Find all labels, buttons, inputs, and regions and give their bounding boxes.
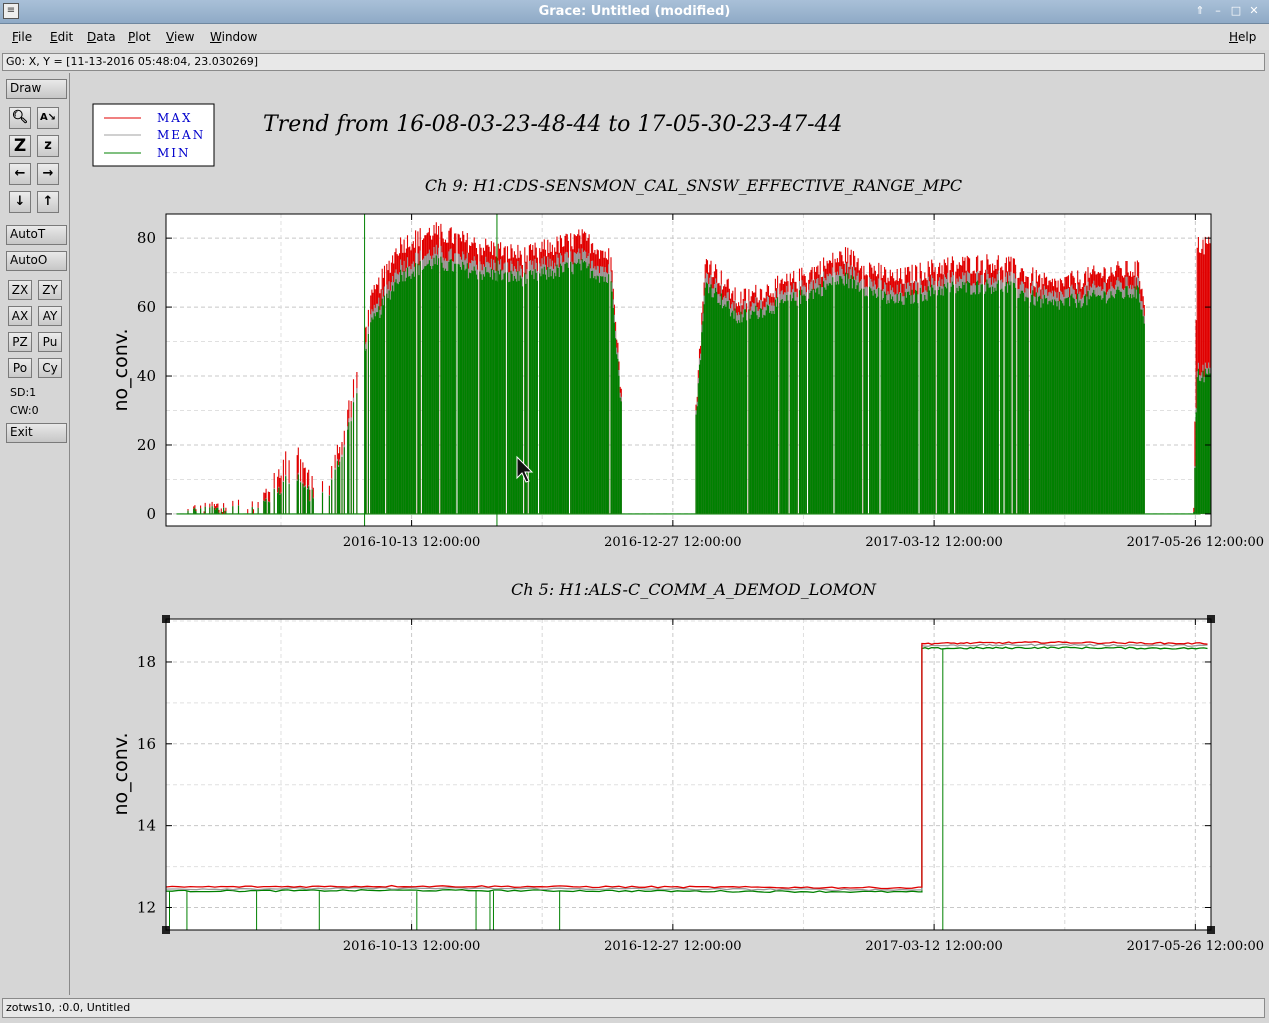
graph-title: Ch 9: H1:CDS-SENSMON_CAL_SNSW_EFFECTIVE_… xyxy=(425,176,962,195)
po-button[interactable]: Po xyxy=(8,358,32,378)
shade-icon[interactable]: ⇑ xyxy=(1193,4,1207,18)
plot-canvas[interactable]: MAX MEAN MIN Trend from 16-08-03-23-48-4… xyxy=(71,73,1267,995)
y-axis-label: no_conv. xyxy=(110,328,132,411)
legend-label-max: MAX xyxy=(157,111,193,125)
x-tick-label: 2017-03-12 12:00:00 xyxy=(865,939,1002,954)
scroll-down-button[interactable]: ↓ xyxy=(9,191,31,213)
window-title: Grace: Untitled (modified) xyxy=(538,4,731,19)
scroll-up-button[interactable]: ↑ xyxy=(37,191,59,213)
plot-title: Trend from 16-08-03-23-48-44 to 17-05-30… xyxy=(263,112,843,137)
y-tick-label: 18 xyxy=(137,653,156,671)
pz-button[interactable]: PZ xyxy=(8,332,32,352)
title-bar: ≡ Grace: Untitled (modified) ⇑ – □ ✕ xyxy=(0,0,1269,24)
zoom-out-icon: z xyxy=(44,138,52,153)
plot-area xyxy=(166,619,1211,930)
arrow-up-icon: ↑ xyxy=(42,194,54,209)
legend-label-min: MIN xyxy=(157,146,191,160)
graph-ch5[interactable]: 12 14 16 18 2016-10-13 12:00:00 2016-12-27 12… xyxy=(110,580,1264,954)
menu-bar: File Edit Data Plot View Window Help xyxy=(0,24,1269,50)
x-tick-label: 2017-05-26 12:00:00 xyxy=(1127,939,1264,954)
ay-button[interactable]: AY xyxy=(38,306,62,326)
arrow-left-icon: ← xyxy=(14,166,26,181)
legend: MAX MEAN MIN xyxy=(92,103,215,167)
arrow-down-icon: ↓ xyxy=(14,194,26,209)
maximize-icon[interactable]: □ xyxy=(1229,4,1243,18)
text-button[interactable]: A↘ xyxy=(37,107,59,129)
current-world-label: CW:0 xyxy=(10,404,39,417)
menu-help[interactable]: Help xyxy=(1229,30,1256,44)
zoom-in-icon: Z xyxy=(13,136,27,156)
y-tick-label: 12 xyxy=(137,898,156,916)
arrow-right-icon: → xyxy=(42,166,54,181)
autoscale-on-button[interactable]: AutoO xyxy=(6,251,67,271)
scroll-right-button[interactable]: → xyxy=(37,163,59,185)
graph-ch9[interactable]: 0 20 40 60 80 2016-10-13 12:00:00 2016-12-27 1… xyxy=(110,176,1264,550)
y-tick-label: 20 xyxy=(137,436,156,454)
x-tick-label: 2016-10-13 12:00:00 xyxy=(343,535,480,550)
y-tick-label: 40 xyxy=(137,367,156,385)
menu-data[interactable]: Data xyxy=(87,30,116,44)
exit-button[interactable]: Exit xyxy=(6,423,67,443)
y-tick-label: 0 xyxy=(146,505,156,523)
y-tick-label: 14 xyxy=(137,817,156,835)
menu-edit[interactable]: Edit xyxy=(50,30,73,44)
draw-button[interactable]: Draw xyxy=(6,79,67,99)
tool-panel: Draw 🔍︎ A↘ Z z ← → ↓ ↑ AutoT AutoO ZX ZY… xyxy=(2,73,70,995)
plot-svg: MAX MEAN MIN Trend from 16-08-03-23-48-4… xyxy=(92,103,1264,954)
stack-depth-label: SD:1 xyxy=(10,386,37,399)
zoom-button[interactable]: 🔍︎ xyxy=(9,107,31,129)
legend-label-mean: MEAN xyxy=(157,128,205,142)
y-axis-label: no_conv. xyxy=(110,732,132,815)
locator-display: G0: X, Y = [11-13-2016 05:48:04, 23.0302… xyxy=(2,53,1265,71)
x-tick-label: 2016-12-27 12:00:00 xyxy=(604,939,741,954)
x-tick-label: 2017-03-12 12:00:00 xyxy=(865,535,1002,550)
zx-button[interactable]: ZX xyxy=(8,280,32,300)
pu-button[interactable]: Pu xyxy=(38,332,62,352)
zoom-out-button[interactable]: z xyxy=(37,135,59,157)
menu-window[interactable]: Window xyxy=(210,30,257,44)
graph-title: Ch 5: H1:ALS-C_COMM_A_DEMOD_LOMON xyxy=(511,580,877,599)
cy-button[interactable]: Cy xyxy=(38,358,62,378)
x-tick-label: 2016-10-13 12:00:00 xyxy=(343,939,480,954)
menu-file[interactable]: File xyxy=(12,30,32,44)
x-tick-label: 2017-05-26 12:00:00 xyxy=(1127,535,1264,550)
zoom-in-button[interactable]: Z xyxy=(9,135,31,157)
magnifier-icon: 🔍︎ xyxy=(11,110,29,125)
x-tick-label: 2016-12-27 12:00:00 xyxy=(604,535,741,550)
minimize-icon[interactable]: – xyxy=(1211,4,1225,18)
status-bar: zotws10, :0.0, Untitled xyxy=(2,998,1265,1018)
menu-plot[interactable]: Plot xyxy=(128,30,151,44)
y-tick-label: 60 xyxy=(137,298,156,316)
y-tick-label: 16 xyxy=(137,735,156,753)
autoscale-button[interactable]: AutoT xyxy=(6,225,67,245)
zy-button[interactable]: ZY xyxy=(38,280,62,300)
y-tick-label: 80 xyxy=(137,229,156,247)
menu-view[interactable]: View xyxy=(166,30,194,44)
text-icon: A↘ xyxy=(39,112,57,123)
ax-button[interactable]: AX xyxy=(8,306,32,326)
scroll-left-button[interactable]: ← xyxy=(9,163,31,185)
close-icon[interactable]: ✕ xyxy=(1247,4,1261,18)
